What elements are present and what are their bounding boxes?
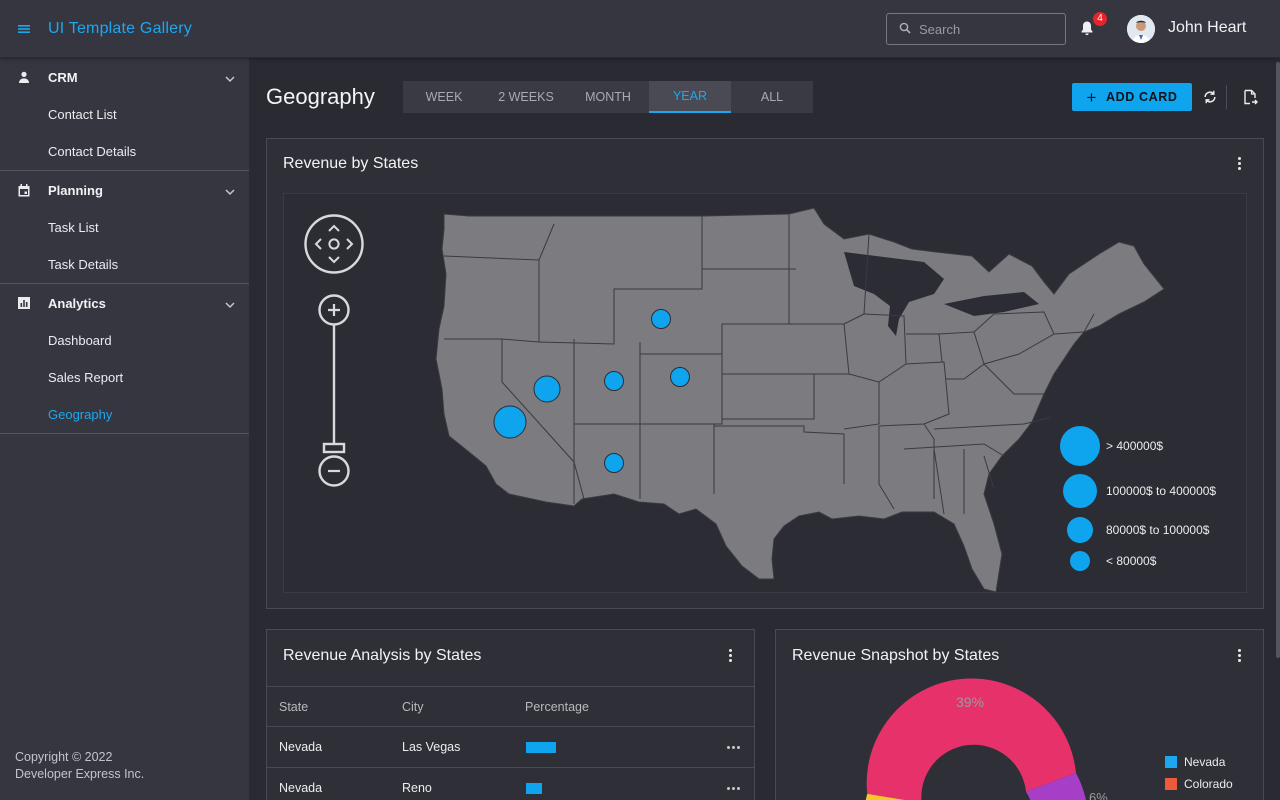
more-vertical-icon[interactable] bbox=[1238, 157, 1242, 172]
sidebar-group-label: Analytics bbox=[48, 295, 106, 311]
search-input[interactable]: Search bbox=[886, 13, 1066, 45]
plus-icon: + bbox=[1086, 87, 1098, 107]
sidebar-group-label: Planning bbox=[48, 182, 103, 198]
legend-label: Nevada bbox=[1184, 755, 1226, 769]
legend-label: < 80000$ bbox=[1106, 554, 1157, 568]
bubble-arizona bbox=[604, 453, 624, 473]
sidebar-group-header-analytics[interactable]: Analytics bbox=[0, 284, 249, 322]
toolbar-divider bbox=[1226, 85, 1227, 109]
slice-label: 39% bbox=[956, 694, 985, 710]
search-placeholder: Search bbox=[919, 21, 961, 37]
refresh-icon[interactable] bbox=[1202, 89, 1218, 105]
sidebar-group-label: CRM bbox=[48, 69, 78, 85]
cell-city: Reno bbox=[402, 781, 432, 795]
app-title[interactable]: UI Template Gallery bbox=[48, 20, 192, 38]
company-line: Developer Express Inc. bbox=[15, 767, 145, 781]
bubble-nevada bbox=[533, 375, 561, 403]
legend-label: > 400000$ bbox=[1106, 439, 1164, 453]
avatar[interactable] bbox=[1127, 15, 1155, 43]
column-header-state[interactable]: State bbox=[279, 700, 308, 714]
legend-bubble-2 bbox=[1063, 474, 1097, 508]
period-tabs: WEEK 2 WEEKS MONTH YEAR ALL bbox=[403, 81, 813, 113]
tab-week[interactable]: WEEK bbox=[403, 81, 485, 113]
revenue-by-states-card: Revenue by States > 400000$ 100000$ to 4… bbox=[266, 138, 1264, 609]
more-horizontal-icon[interactable] bbox=[727, 787, 740, 790]
sidebar-item-task-details[interactable]: Task Details bbox=[0, 246, 249, 283]
card-title: Revenue Analysis by States bbox=[283, 647, 482, 664]
revenue-snapshot-card: Revenue Snapshot by States 39% 6% Nevada… bbox=[775, 629, 1264, 800]
add-card-label: ADD CARD bbox=[1106, 90, 1178, 104]
legend-bubble-1 bbox=[1060, 426, 1100, 466]
us-map-svg bbox=[304, 207, 1246, 593]
bubble-california bbox=[493, 405, 527, 439]
more-horizontal-icon[interactable] bbox=[727, 746, 740, 749]
page-scrollbar[interactable] bbox=[1276, 62, 1280, 658]
bubble-utah bbox=[604, 371, 624, 391]
tab-all[interactable]: ALL bbox=[731, 81, 813, 113]
percentage-bar bbox=[526, 742, 556, 753]
sidebar-item-contact-list[interactable]: Contact List bbox=[0, 96, 249, 133]
cell-city: Las Vegas bbox=[402, 740, 461, 754]
tab-year[interactable]: YEAR bbox=[649, 81, 731, 113]
copyright-footer: Copyright © 2022 Developer Express Inc. bbox=[15, 749, 144, 783]
page-title: Geography bbox=[266, 84, 375, 109]
add-card-button[interactable]: + ADD CARD bbox=[1072, 83, 1192, 111]
sidebar-group-planning: Planning Task List Task Details bbox=[0, 171, 249, 284]
copyright-line: Copyright © 2022 bbox=[15, 750, 113, 764]
zoom-control bbox=[318, 294, 350, 487]
chevron-down-icon bbox=[225, 184, 235, 199]
table-header: State City Percentage bbox=[267, 686, 754, 727]
table-row[interactable]: Nevada Las Vegas bbox=[267, 727, 754, 768]
sidebar-group-crm: CRM Contact List Contact Details bbox=[0, 58, 249, 171]
bubble-colorado bbox=[670, 367, 690, 387]
notification-badge: 4 bbox=[1093, 12, 1107, 26]
sidebar-item-geography[interactable]: Geography bbox=[0, 396, 249, 433]
menu-icon[interactable] bbox=[0, 0, 48, 58]
legend-bubble-3 bbox=[1067, 517, 1093, 543]
legend-label: 80000$ to 100000$ bbox=[1106, 523, 1210, 537]
card-title: Revenue by States bbox=[283, 155, 419, 172]
legend-label: Colorado bbox=[1184, 777, 1233, 791]
column-header-percentage[interactable]: Percentage bbox=[525, 700, 589, 714]
tab-month[interactable]: MONTH bbox=[567, 81, 649, 113]
sidebar-item-contact-details[interactable]: Contact Details bbox=[0, 133, 249, 170]
revenue-analysis-card: Revenue Analysis by States State City Pe… bbox=[266, 629, 755, 800]
search-icon bbox=[899, 22, 919, 37]
main-content: Geography WEEK 2 WEEKS MONTH YEAR ALL + … bbox=[250, 58, 1280, 800]
sidebar: CRM Contact List Contact Details Plannin… bbox=[0, 58, 250, 800]
table-row[interactable]: Nevada Reno bbox=[267, 768, 754, 800]
slice-label: 6% bbox=[1089, 790, 1108, 800]
user-name[interactable]: John Heart bbox=[1168, 19, 1246, 37]
sidebar-item-task-list[interactable]: Task List bbox=[0, 209, 249, 246]
chevron-down-icon bbox=[225, 297, 235, 312]
top-toolbar: UI Template Gallery Search 4 John Heart bbox=[0, 0, 1280, 58]
sidebar-group-header-planning[interactable]: Planning bbox=[0, 171, 249, 209]
chevron-down-icon bbox=[225, 71, 235, 86]
legend-swatch-nevada bbox=[1165, 756, 1177, 768]
sidebar-group-analytics: Analytics Dashboard Sales Report Geograp… bbox=[0, 284, 249, 434]
percentage-bar bbox=[526, 783, 542, 794]
more-vertical-icon[interactable] bbox=[729, 649, 733, 664]
calendar-icon bbox=[17, 183, 31, 197]
legend-bubble-4 bbox=[1070, 551, 1090, 571]
column-header-city[interactable]: City bbox=[402, 700, 424, 714]
sidebar-item-sales-report[interactable]: Sales Report bbox=[0, 359, 249, 396]
sidebar-item-dashboard[interactable]: Dashboard bbox=[0, 322, 249, 359]
sidebar-group-header-crm[interactable]: CRM bbox=[0, 58, 249, 96]
legend-swatch-colorado bbox=[1165, 778, 1177, 790]
export-pdf-icon[interactable] bbox=[1242, 89, 1258, 105]
us-map[interactable]: > 400000$ 100000$ to 400000$ 80000$ to 1… bbox=[283, 193, 1247, 593]
legend-label: 100000$ to 400000$ bbox=[1106, 484, 1217, 498]
person-icon bbox=[17, 70, 31, 84]
cell-state: Nevada bbox=[279, 740, 323, 754]
tab-2-weeks[interactable]: 2 WEEKS bbox=[485, 81, 567, 113]
pan-control bbox=[304, 214, 364, 274]
bubble-wyoming bbox=[651, 309, 671, 329]
donut-chart bbox=[865, 678, 1086, 800]
cell-state: Nevada bbox=[279, 781, 323, 795]
bar-chart-icon bbox=[17, 296, 31, 310]
